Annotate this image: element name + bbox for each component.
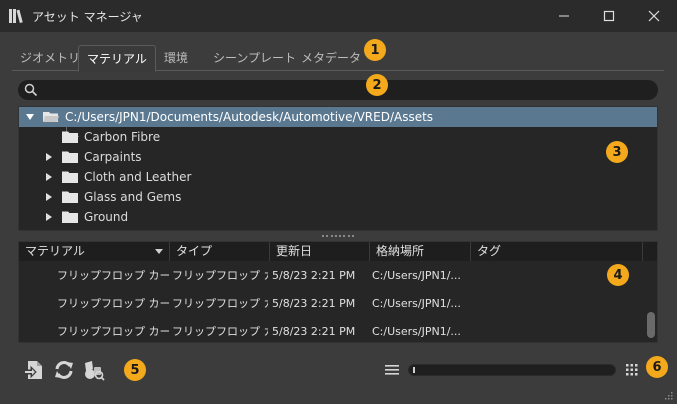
column-header-location[interactable]: 格納場所 <box>370 242 471 261</box>
tree-item-label: Carbon Fibre <box>84 130 161 144</box>
chevron-right-icon[interactable] <box>44 152 54 162</box>
grid-view-button[interactable] <box>620 358 644 382</box>
maximize-icon <box>603 10 615 22</box>
refresh-icon <box>55 361 73 379</box>
column-header-label: タグ <box>477 244 502 258</box>
slider-handle[interactable] <box>413 367 415 373</box>
search-input[interactable] <box>42 80 582 100</box>
minimize-icon <box>559 15 569 17</box>
table-row[interactable]: フリップフロップ カーペ... フリップフロップ カ... 5/8/23 2:2… <box>19 318 649 342</box>
close-icon <box>648 10 660 22</box>
tree-item-label: Carpaints <box>84 150 142 164</box>
tree-item-cloth-and-leather[interactable]: Cloth and Leather <box>19 167 657 187</box>
folder-tree[interactable]: C:/Users/JPN1/Documents/Autodesk/Automot… <box>18 106 658 231</box>
chevron-down-icon[interactable] <box>25 112 35 122</box>
tree-item-carbon-fibre[interactable]: Carbon Fibre <box>19 127 657 147</box>
panel-splitter-handle[interactable] <box>322 235 354 239</box>
column-header-material[interactable]: マテリアル <box>19 242 170 261</box>
folder-icon <box>62 191 78 203</box>
cell-tags <box>479 290 639 318</box>
cell-location: C:/Users/JPN1/... <box>372 325 461 338</box>
table-row[interactable]: フリップフロップ カーペ... フリップフロップ カ... 5/8/23 2:2… <box>19 290 649 318</box>
cell-type: フリップフロップ カ... <box>172 297 268 310</box>
chevron-right-icon[interactable] <box>44 212 54 222</box>
column-header-label: 更新日 <box>276 244 313 258</box>
list-view-button[interactable] <box>380 358 404 382</box>
callout-2: 2 <box>366 74 388 96</box>
table-row[interactable]: フリップフロップ カーペ... フリップフロップ カ... 5/8/23 2:2… <box>19 262 649 290</box>
import-button[interactable] <box>22 358 46 382</box>
folder-icon <box>62 171 78 183</box>
table-scrollbar[interactable] <box>646 262 656 342</box>
thumbnail-size-slider[interactable] <box>408 364 616 376</box>
find-assets-icon <box>85 361 105 381</box>
chevron-right-icon[interactable] <box>44 192 54 202</box>
tree-item-carpaints[interactable]: Carpaints <box>19 147 657 167</box>
grid-view-icon <box>626 364 638 376</box>
cell-modified: 5/8/23 2:21 PM <box>272 325 356 338</box>
sort-descending-icon <box>155 249 163 254</box>
callout-5: 5 <box>124 359 146 381</box>
minimize-button[interactable] <box>541 0 587 32</box>
column-header-label: タイプ <box>176 244 213 258</box>
cell-modified: 5/8/23 2:21 PM <box>272 269 356 282</box>
cell-type: フリップフロップ カ... <box>172 269 268 282</box>
resize-grip-icon[interactable] <box>663 390 673 400</box>
tree-item-ground[interactable]: Ground <box>19 207 657 227</box>
column-header-modified[interactable]: 更新日 <box>270 242 370 261</box>
maximize-button[interactable] <box>586 0 632 32</box>
chevron-right-icon[interactable] <box>44 172 54 182</box>
asset-table: マテリアル タイプ 更新日 格納場所 タグ フリップフロップ カーペ... フリ… <box>18 241 658 343</box>
title-bar: アセット マネージャ <box>0 0 677 32</box>
column-header-label: マテリアル <box>25 244 85 258</box>
tab-geometry[interactable]: ジオメトリ <box>12 45 88 71</box>
list-view-icon <box>385 365 399 375</box>
callout-1: 1 <box>364 39 386 61</box>
callout-6: 6 <box>646 356 668 378</box>
cell-location: C:/Users/JPN1/... <box>372 269 461 282</box>
asset-manager-icon <box>9 9 23 24</box>
window-title: アセット マネージャ <box>32 10 143 24</box>
callout-4: 4 <box>607 264 629 286</box>
tab-sceneplates[interactable]: シーンプレート <box>205 45 304 71</box>
tab-materials[interactable]: マテリアル <box>78 45 156 72</box>
cell-type: フリップフロップ カ... <box>172 325 268 338</box>
folder-icon <box>62 211 78 223</box>
cell-tags <box>479 318 639 342</box>
cell-modified: 5/8/23 2:21 PM <box>272 297 356 310</box>
category-tabs: ジオメトリ マテリアル 環境 シーンプレート メタデータ <box>12 45 664 72</box>
column-header-type[interactable]: タイプ <box>170 242 270 261</box>
cell-material: フリップフロップ カーペ... <box>57 325 169 338</box>
tree-item-root[interactable]: C:/Users/JPN1/Documents/Autodesk/Automot… <box>19 107 657 127</box>
find-assets-button[interactable] <box>82 358 106 382</box>
folder-icon <box>62 131 78 143</box>
callout-3: 3 <box>606 141 628 163</box>
close-button[interactable] <box>631 0 677 32</box>
column-header-label: 格納場所 <box>376 244 425 258</box>
search-bar <box>18 80 658 100</box>
tab-metadata[interactable]: メタデータ <box>293 45 369 71</box>
cell-material: フリップフロップ カーペ... <box>57 269 169 282</box>
tree-item-label: Ground <box>84 210 129 224</box>
tree-item-label: Cloth and Leather <box>84 170 192 184</box>
tab-environments[interactable]: 環境 <box>156 45 196 71</box>
cell-material: フリップフロップ カーペ... <box>57 297 169 310</box>
refresh-button[interactable] <box>52 358 76 382</box>
tree-item-label: Glass and Gems <box>84 190 182 204</box>
tree-item-glass-and-gems[interactable]: Glass and Gems <box>19 187 657 207</box>
column-header-tags[interactable]: タグ <box>471 242 643 261</box>
table-header: マテリアル タイプ 更新日 格納場所 タグ <box>19 242 657 261</box>
folder-open-icon <box>43 112 59 122</box>
scrollbar-thumb[interactable] <box>647 312 655 338</box>
cell-location: C:/Users/JPN1/... <box>372 297 461 310</box>
search-icon <box>24 83 38 97</box>
import-file-icon <box>23 361 42 379</box>
tree-item-label: C:/Users/JPN1/Documents/Autodesk/Automot… <box>65 110 434 124</box>
folder-icon <box>62 151 78 163</box>
